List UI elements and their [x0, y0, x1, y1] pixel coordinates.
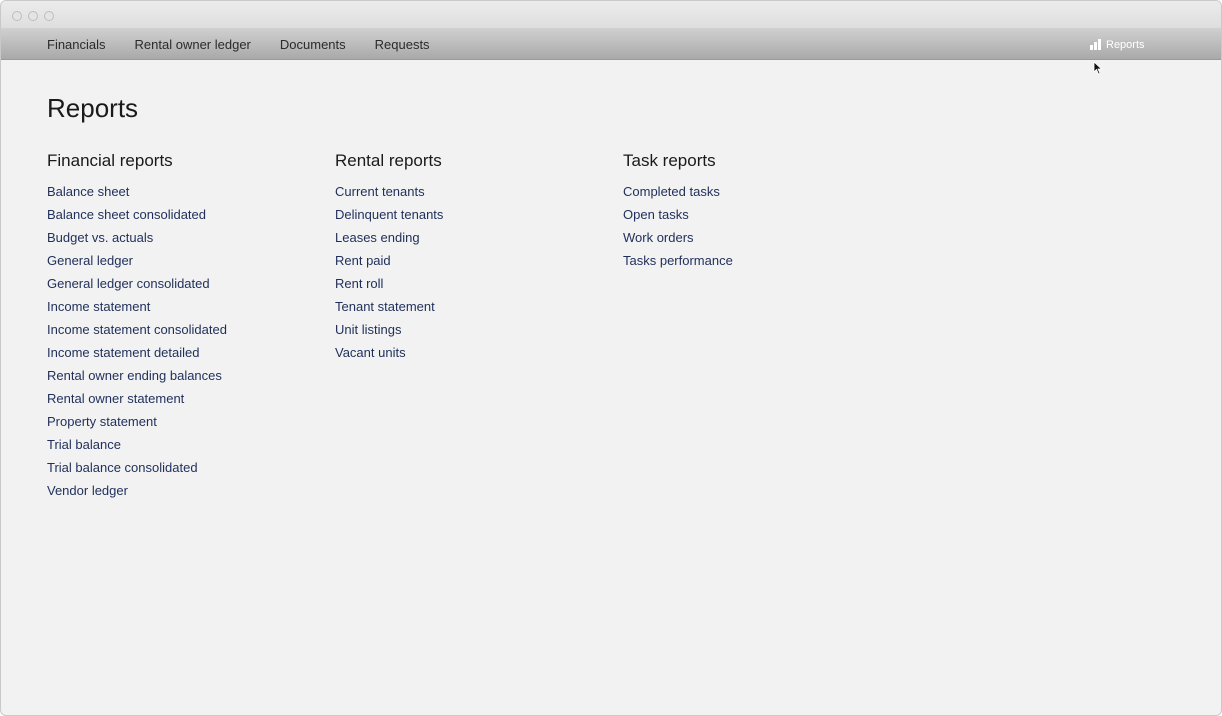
- report-link[interactable]: Income statement detailed: [47, 341, 327, 364]
- report-link[interactable]: Open tasks: [623, 203, 903, 226]
- nav-links: Financials Rental owner ledger Documents…: [47, 29, 459, 60]
- window-titlebar: [1, 1, 1221, 29]
- report-link[interactable]: Budget vs. actuals: [47, 226, 327, 249]
- nav-financials[interactable]: Financials: [47, 29, 106, 60]
- report-link[interactable]: Trial balance consolidated: [47, 456, 327, 479]
- nav-requests[interactable]: Requests: [375, 29, 430, 60]
- mouse-pointer-icon: [1093, 61, 1103, 75]
- nav-reports[interactable]: Reports: [1090, 29, 1145, 60]
- report-link[interactable]: Leases ending: [335, 226, 615, 249]
- report-link[interactable]: Balance sheet consolidated: [47, 203, 327, 226]
- window-controls: [12, 11, 54, 21]
- zoom-window-button[interactable]: [44, 11, 54, 21]
- column-heading: Financial reports: [47, 151, 173, 170]
- report-link[interactable]: Rent roll: [335, 272, 615, 295]
- report-list: Balance sheet Balance sheet consolidated…: [47, 180, 327, 502]
- report-link[interactable]: Income statement: [47, 295, 327, 318]
- report-link[interactable]: Vacant units: [335, 341, 615, 364]
- financial-reports-column: Financial reports Balance sheet Balance …: [47, 151, 327, 502]
- report-link[interactable]: Current tenants: [335, 180, 615, 203]
- report-link[interactable]: Delinquent tenants: [335, 203, 615, 226]
- top-navbar: Financials Rental owner ledger Documents…: [1, 29, 1221, 60]
- nav-reports-label: Reports: [1106, 38, 1145, 51]
- task-reports-column: Task reports Completed tasks Open tasks …: [623, 151, 903, 272]
- rental-reports-column: Rental reports Current tenants Delinquen…: [335, 151, 615, 364]
- bar-chart-icon: [1090, 39, 1101, 50]
- report-link[interactable]: Income statement consolidated: [47, 318, 327, 341]
- report-link[interactable]: Balance sheet: [47, 180, 327, 203]
- report-link[interactable]: Rental owner statement: [47, 387, 327, 410]
- nav-documents[interactable]: Documents: [280, 29, 346, 60]
- report-link[interactable]: Vendor ledger: [47, 479, 327, 502]
- report-link[interactable]: General ledger: [47, 249, 327, 272]
- report-link[interactable]: Trial balance: [47, 433, 327, 456]
- report-list: Completed tasks Open tasks Work orders T…: [623, 180, 903, 272]
- report-link[interactable]: Property statement: [47, 410, 327, 433]
- report-link[interactable]: Unit listings: [335, 318, 615, 341]
- column-heading: Task reports: [623, 151, 716, 170]
- report-link[interactable]: Tasks performance: [623, 249, 903, 272]
- report-link[interactable]: Tenant statement: [335, 295, 615, 318]
- report-link[interactable]: General ledger consolidated: [47, 272, 327, 295]
- close-window-button[interactable]: [12, 11, 22, 21]
- report-list: Current tenants Delinquent tenants Lease…: [335, 180, 615, 364]
- page-title: Reports: [47, 93, 139, 123]
- app-window: Financials Rental owner ledger Documents…: [0, 0, 1222, 716]
- minimize-window-button[interactable]: [28, 11, 38, 21]
- nav-rental-owner-ledger[interactable]: Rental owner ledger: [135, 29, 251, 60]
- report-link[interactable]: Completed tasks: [623, 180, 903, 203]
- column-heading: Rental reports: [335, 151, 442, 170]
- report-link[interactable]: Work orders: [623, 226, 903, 249]
- report-link[interactable]: Rental owner ending balances: [47, 364, 327, 387]
- report-link[interactable]: Rent paid: [335, 249, 615, 272]
